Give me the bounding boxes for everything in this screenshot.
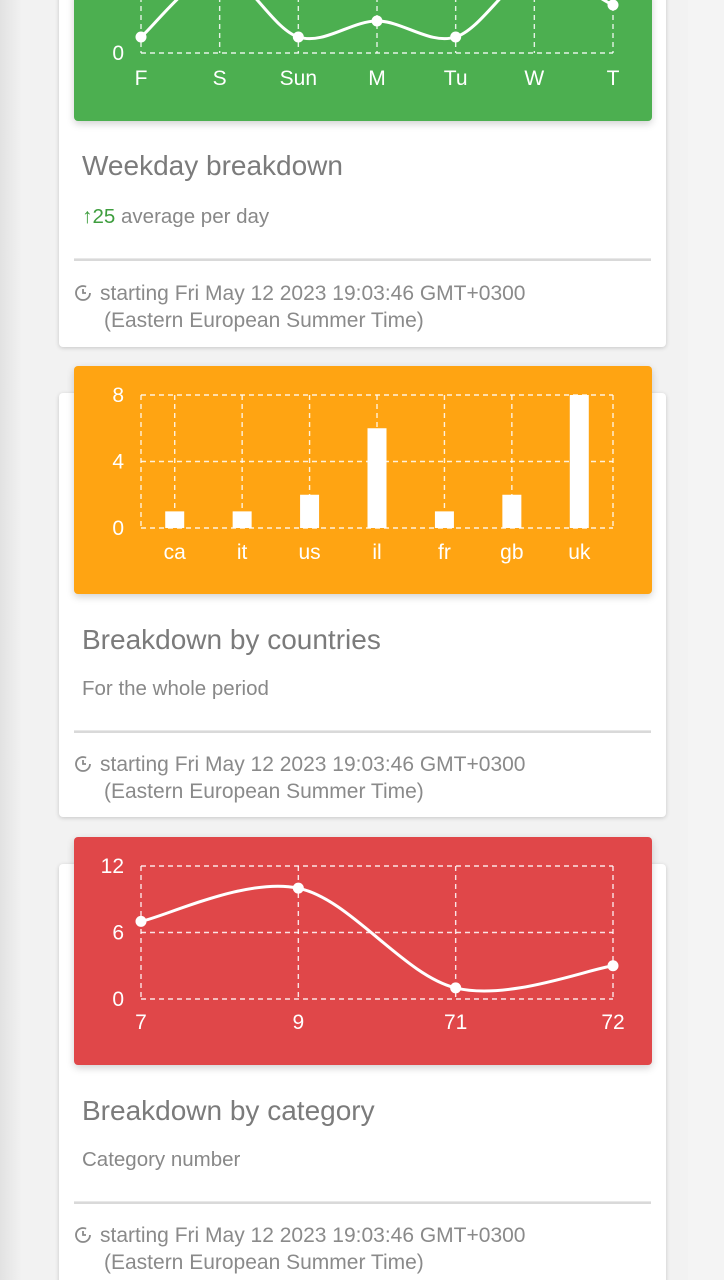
- category-chart: 0 6 12 7 9 71 72: [101, 855, 625, 1034]
- data-point: [292, 31, 304, 43]
- footer-timestamp: starting Fri May 12 2023 19:03:46 GMT+03…: [100, 1224, 526, 1247]
- x-tick-label: it: [237, 541, 248, 564]
- card-subtitle: ↑25 average per day: [82, 205, 269, 229]
- data-point: [607, 0, 619, 11]
- right-edge: [688, 0, 724, 1280]
- left-edge-shadow: [0, 0, 22, 1280]
- clock-icon: [75, 756, 91, 772]
- x-tick-label: S: [213, 67, 227, 90]
- card-subtitle: Category number: [82, 1148, 241, 1171]
- weekday-chart-panel: 0 F S Sun M Tu W T: [74, 0, 652, 121]
- y-tick-label: 8: [112, 384, 124, 407]
- data-point: [450, 31, 462, 43]
- x-tick-label: Sun: [280, 67, 317, 90]
- bar: [300, 494, 320, 528]
- x-tick-label: ca: [164, 541, 187, 564]
- bar: [569, 395, 589, 528]
- category-chart-panel: 0 6 12 7 9 71 72: [74, 837, 652, 1065]
- x-tick-label: 7: [135, 1011, 147, 1034]
- data-point: [607, 960, 619, 972]
- screen: Weekday breakdown ↑25 average per day st…: [0, 0, 724, 1280]
- footer-timezone: (Eastern European Summer Time): [104, 1251, 424, 1274]
- x-tick-label: F: [135, 67, 148, 90]
- x-tick-label: il: [372, 541, 381, 564]
- data-point: [292, 882, 304, 894]
- data-point: [450, 982, 462, 994]
- data-point: [135, 31, 147, 43]
- y-tick-label: 0: [112, 42, 124, 65]
- bar: [232, 511, 252, 528]
- x-tick-label: uk: [568, 541, 591, 564]
- x-tick-label: M: [368, 67, 386, 90]
- x-tick-label: W: [524, 67, 544, 90]
- bar: [367, 428, 387, 528]
- data-point: [371, 15, 383, 27]
- x-tick-label: gb: [500, 541, 523, 564]
- y-tick-label: 0: [112, 517, 124, 540]
- countries-chart-panel: 0 4 8 ca it us il fr gb uk: [74, 366, 652, 594]
- average-label: average per day: [121, 205, 270, 228]
- arrow-up-icon: ↑: [82, 205, 93, 228]
- countries-chart: 0 4 8 ca it us il fr gb uk: [112, 384, 614, 564]
- card-divider: [74, 258, 651, 261]
- card-title: Breakdown by category: [82, 1095, 375, 1126]
- bar: [502, 494, 522, 528]
- footer-timestamp: starting Fri May 12 2023 19:03:46 GMT+03…: [100, 753, 526, 776]
- y-tick-label: 0: [112, 988, 124, 1011]
- x-tick-label: 72: [601, 1011, 624, 1034]
- clock-icon: [75, 285, 91, 301]
- y-tick-label: 12: [101, 855, 124, 878]
- card-title: Weekday breakdown: [82, 150, 343, 181]
- bar: [434, 511, 454, 528]
- y-tick-label: 6: [112, 922, 124, 945]
- x-tick-label: 9: [292, 1011, 304, 1034]
- x-tick-label: 71: [444, 1011, 467, 1034]
- x-tick-label: Tu: [444, 67, 468, 90]
- y-tick-label: 4: [112, 451, 124, 474]
- card-title: Breakdown by countries: [82, 624, 381, 655]
- clock-icon: [75, 1227, 91, 1243]
- footer-timezone: (Eastern European Summer Time): [104, 309, 424, 332]
- x-tick-label: fr: [438, 541, 451, 564]
- x-tick-label: us: [298, 541, 320, 564]
- x-tick-label: T: [607, 67, 620, 90]
- weekday-chart: 0F S Sun M Tu W T: [112, 0, 620, 90]
- card-footer: starting Fri May 12 2023 19:03:46 GMT+03…: [74, 751, 526, 805]
- card-footer: starting Fri May 12 2023 19:03:46 GMT+03…: [74, 280, 526, 334]
- data-point: [135, 915, 147, 927]
- series-line: [140, 884, 614, 993]
- card-subtitle: For the whole period: [82, 677, 269, 700]
- footer-timezone: (Eastern European Summer Time): [104, 780, 424, 803]
- average-value: 25: [92, 205, 116, 228]
- card-divider: [74, 730, 651, 733]
- card-divider: [74, 1201, 651, 1204]
- card-footer: starting Fri May 12 2023 19:03:46 GMT+03…: [74, 1222, 526, 1276]
- footer-timestamp: starting Fri May 12 2023 19:03:46 GMT+03…: [100, 282, 526, 305]
- bar: [165, 511, 185, 528]
